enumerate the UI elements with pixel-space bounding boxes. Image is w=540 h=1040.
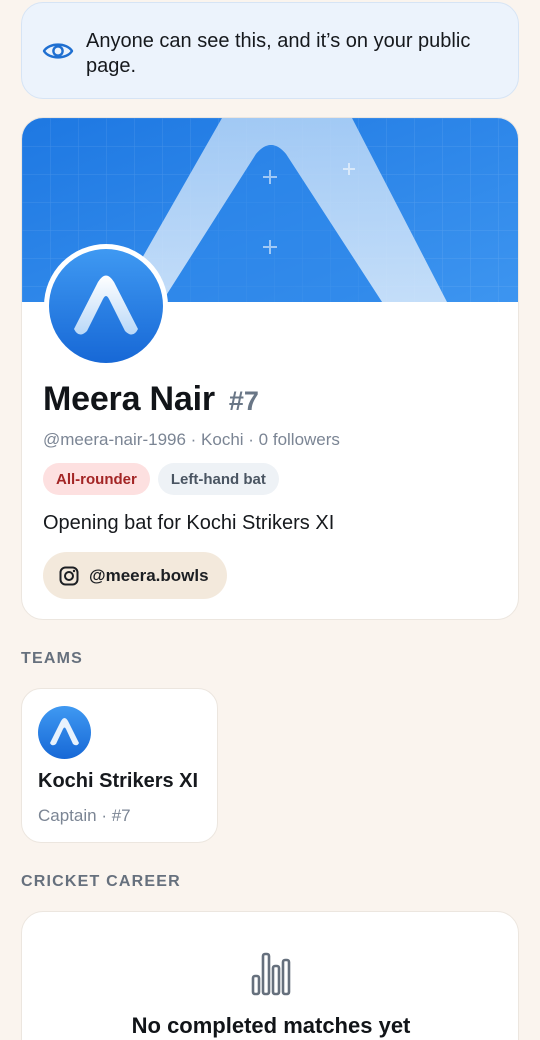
profile-tags: All-rounder Left-hand bat: [43, 463, 279, 495]
empty-state-title: No completed matches yet: [131, 1013, 411, 1038]
avatar-logo-icon: [49, 249, 163, 363]
visibility-notice: Anyone can see this, and it’s on your pu…: [21, 2, 519, 99]
profile-name: Meera Nair: [43, 380, 215, 418]
instagram-handle: @meera.bowls: [89, 565, 209, 585]
profile-card: Meera Nair #7 @meera-nair-1996 · Kochi ·…: [21, 117, 519, 620]
player-number: #7: [228, 386, 259, 416]
team-role: Captain · #7: [38, 806, 131, 825]
instagram-icon: [59, 566, 79, 585]
profile-meta: @meera-nair-1996 · Kochi · 0 followers: [43, 430, 340, 449]
profile-name-row: Meera Nair #7: [43, 380, 259, 419]
teams-heading: TEAMS: [21, 650, 83, 667]
batting-style-tag: Left-hand bat: [157, 463, 279, 495]
profile-page: Anyone can see this, and it’s on your pu…: [0, 0, 540, 1040]
career-heading: CRICKET CAREER: [21, 873, 181, 890]
bar-chart-icon: [251, 952, 291, 996]
instagram-link-button[interactable]: @meera.bowls: [43, 552, 227, 599]
role-tag: All-rounder: [43, 463, 150, 495]
team-card[interactable]: Kochi Strikers XI Captain · #7: [21, 688, 218, 843]
team-logo-icon: [38, 706, 91, 759]
visibility-notice-text: Anyone can see this, and it’s on your pu…: [86, 30, 471, 77]
team-name: Kochi Strikers XI: [38, 770, 199, 792]
career-card: No completed matches yet: [21, 911, 519, 1040]
eye-icon: [42, 43, 74, 59]
profile-avatar[interactable]: [44, 244, 168, 368]
profile-bio: Opening bat for Kochi Strikers XI: [43, 512, 335, 534]
